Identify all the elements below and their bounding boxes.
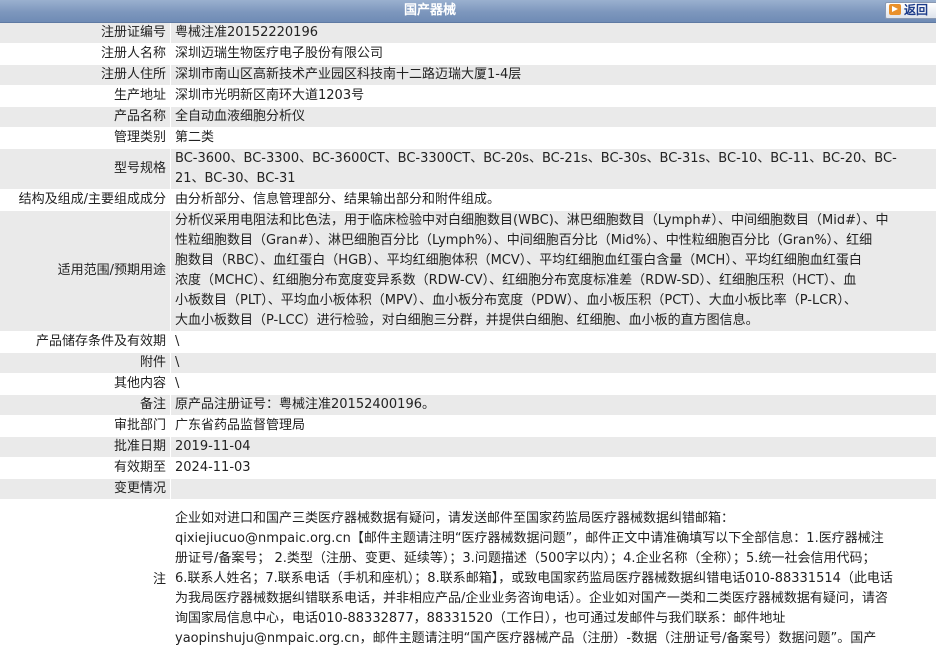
field-value: \: [171, 332, 936, 352]
storage-conditions: \: [175, 334, 180, 349]
field-value: [171, 479, 936, 499]
intended-use-line: 胞数目（RBC）、血红蛋白（HGB）、平均红细胞体积（MCV）、平均红细胞血红蛋…: [175, 253, 862, 268]
model-specs-line: 21、BC-30、BC-31: [175, 171, 296, 186]
field-value: 分析仪采用电阻法和比色法，用于临床检验中对白细胞数目(WBC)、淋巴细胞数目（L…: [171, 211, 936, 331]
row-remarks: 备注 原产品注册证号：粤械注准20152400196。: [0, 395, 936, 416]
valid-until: 2024-11-03: [175, 460, 251, 475]
row-model-specs: 型号规格 BC-3600、BC-3300、BC-3600CT、BC-3300CT…: [0, 149, 936, 190]
registrant-address: 深圳市南山区高新技术产业园区科技南十二路迈瑞大厦1-4层: [175, 67, 522, 82]
row-intended-use: 适用范围/预期用途 分析仪采用电阻法和比色法，用于临床检验中对白细胞数目(WBC…: [0, 211, 936, 332]
field-label: 注: [0, 500, 170, 660]
intended-use-line: 小板数目（PLT）、平均血小板体积（MPV）、血小板分布宽度（PDW）、血小板压…: [175, 293, 857, 308]
back-button-label: 返回: [904, 3, 929, 17]
field-value: 深圳市光明新区南环大道1203号: [171, 86, 936, 106]
row-storage-conditions: 产品储存条件及有效期 \: [0, 332, 936, 353]
field-value: BC-3600、BC-3300、BC-3600CT、BC-3300CT、BC-2…: [171, 149, 936, 189]
row-approval-date: 批准日期 2019-11-04: [0, 437, 936, 458]
page-title: 国产器械: [403, 3, 456, 18]
field-label: 结构及组成/主要组成成分: [0, 190, 170, 210]
field-label: 适用范围/预期用途: [0, 211, 170, 331]
field-label: 有效期至: [0, 458, 170, 478]
field-label: 注册证编号: [0, 23, 170, 43]
field-label: 管理类别: [0, 128, 170, 148]
field-value: 2024-11-03: [171, 458, 936, 478]
field-value: 企业如对进口和国产三类医疗器械数据有疑问，请发送邮件至国家药监局医疗器械数据纠错…: [171, 500, 936, 660]
row-management-category: 管理类别 第二类: [0, 128, 936, 149]
approval-department: 广东省药品监督管理局: [175, 418, 306, 433]
field-value: 原产品注册证号：粤械注准20152400196。: [171, 395, 936, 415]
notice-line: yaopinshuju@nmpaic.org.cn，邮件主题请注明“国产医疗器械…: [175, 631, 877, 646]
field-label: 产品名称: [0, 107, 170, 127]
field-label: 产品储存条件及有效期: [0, 332, 170, 352]
management-category: 第二类: [175, 130, 215, 145]
notice-line: 为我局医疗器械数据纠错联系电话，并非相应产品/企业业务咨询电话）。企业如对国产一…: [175, 591, 888, 606]
intended-use-line: 分析仪采用电阻法和比色法，用于临床检验中对白细胞数目(WBC)、淋巴细胞数目（L…: [175, 213, 889, 228]
row-registrant-address: 注册人住所 深圳市南山区高新技术产业园区科技南十二路迈瑞大厦1-4层: [0, 65, 936, 86]
field-value: 广东省药品监督管理局: [171, 416, 936, 436]
production-address: 深圳市光明新区南环大道1203号: [175, 88, 365, 103]
remarks: 原产品注册证号：粤械注准20152400196。: [175, 397, 435, 412]
field-value: \: [171, 374, 936, 394]
row-approval-department: 审批部门 广东省药品监督管理局: [0, 416, 936, 437]
field-label: 批准日期: [0, 437, 170, 457]
registrant-name: 深圳迈瑞生物医疗电子股份有限公司: [175, 46, 384, 61]
row-registration-number: 注册证编号 粤械注准20152220196: [0, 23, 936, 44]
field-label: 注册人名称: [0, 44, 170, 64]
field-label: 型号规格: [0, 149, 170, 189]
registration-number: 粤械注准20152220196: [175, 25, 318, 40]
back-arrow-icon: [889, 4, 901, 15]
row-valid-until: 有效期至 2024-11-03: [0, 458, 936, 479]
field-label: 注册人住所: [0, 65, 170, 85]
field-label: 审批部门: [0, 416, 170, 436]
product-name: 全自动血液细胞分析仪: [175, 109, 306, 124]
field-value: 2019-11-04: [171, 437, 936, 457]
row-production-address: 生产地址 深圳市光明新区南环大道1203号: [0, 86, 936, 107]
field-value: 深圳迈瑞生物医疗电子股份有限公司: [171, 44, 936, 64]
structure-composition: 由分析部分、信息管理部分、结果输出部分和附件组成。: [175, 192, 501, 207]
field-value: 深圳市南山区高新技术产业园区科技南十二路迈瑞大厦1-4层: [171, 65, 936, 85]
intended-use-line: 浓度（MCHC）、红细胞分布宽度变异系数（RDW-CV）、红细胞分布宽度标准差（…: [175, 273, 857, 288]
field-label: 备注: [0, 395, 170, 415]
attachments: \: [175, 355, 180, 370]
row-registrant-name: 注册人名称 深圳迈瑞生物医疗电子股份有限公司: [0, 44, 936, 65]
field-value: 由分析部分、信息管理部分、结果输出部分和附件组成。: [171, 190, 936, 210]
field-value: 第二类: [171, 128, 936, 148]
field-value: 全自动血液细胞分析仪: [171, 107, 936, 127]
field-label: 生产地址: [0, 86, 170, 106]
back-button[interactable]: 返回: [885, 2, 936, 19]
notice-line: 6.联系人姓名；7.联系电话（手机和座机）；8.联系邮箱】，或致电国家药监局医疗…: [175, 571, 893, 586]
intended-use-line: 大血小板数目（P-LCC）进行检验，对白细胞三分群，并提供白细胞、红细胞、血小板…: [175, 313, 759, 328]
row-other-content: 其他内容 \: [0, 374, 936, 395]
field-value: 粤械注准20152220196: [171, 23, 936, 43]
other-content: \: [175, 376, 180, 391]
row-change-history: 变更情况: [0, 479, 936, 500]
row-notice: 注 企业如对进口和国产三类医疗器械数据有疑问，请发送邮件至国家药监局医疗器械数据…: [0, 500, 936, 661]
notice-line: 企业如对进口和国产三类医疗器械数据有疑问，请发送邮件至国家药监局医疗器械数据纠错…: [175, 511, 735, 526]
row-structure-composition: 结构及组成/主要组成成分 由分析部分、信息管理部分、结果输出部分和附件组成。: [0, 190, 936, 211]
header-bar: 国产器械 返回: [0, 0, 936, 23]
field-label: 附件: [0, 353, 170, 373]
model-specs-line: BC-3600、BC-3300、BC-3600CT、BC-3300CT、BC-2…: [175, 151, 897, 166]
field-value: \: [171, 353, 936, 373]
row-attachments: 附件 \: [0, 353, 936, 374]
field-label: 其他内容: [0, 374, 170, 394]
notice-line: 询国家局信息中心，电话010-88332877，88331520（工作日），也可…: [175, 611, 786, 626]
intended-use-line: 性粒细胞数目（Gran#）、淋巴细胞百分比（Lymph%）、中间细胞百分比（Mi…: [175, 233, 873, 248]
notice-line: 册证号/备案号； 2.类型（注册、变更、延续等）；3.问题描述（500字以内）；…: [175, 551, 876, 566]
notice-line: qixiejiucuo@nmpaic.org.cn【邮件主题请注明“医疗器械数据…: [175, 531, 884, 546]
field-label: 变更情况: [0, 479, 170, 499]
approval-date: 2019-11-04: [175, 439, 251, 454]
row-product-name: 产品名称 全自动血液细胞分析仪: [0, 107, 936, 128]
